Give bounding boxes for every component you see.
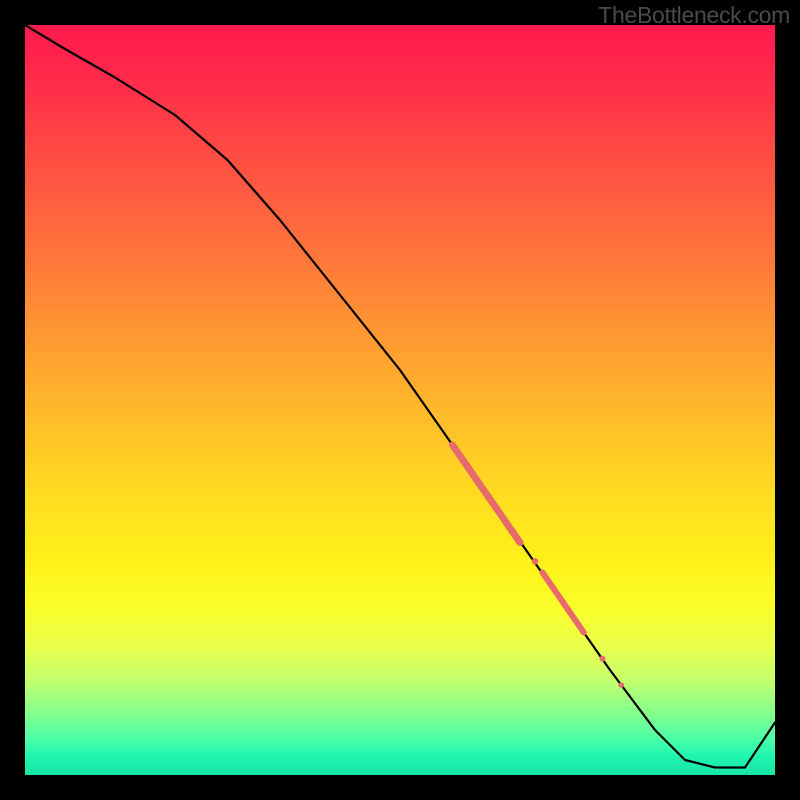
chart-plot-area: [25, 25, 775, 775]
highlight-dot: [619, 682, 625, 688]
chart-svg: [25, 25, 775, 775]
highlight-dot: [600, 656, 606, 662]
main-curve-path: [25, 25, 775, 768]
highlight-dot: [532, 558, 538, 564]
highlight-segment: [453, 445, 521, 543]
watermark-text: TheBottleneck.com: [598, 2, 790, 29]
highlight-segment: [543, 573, 584, 633]
